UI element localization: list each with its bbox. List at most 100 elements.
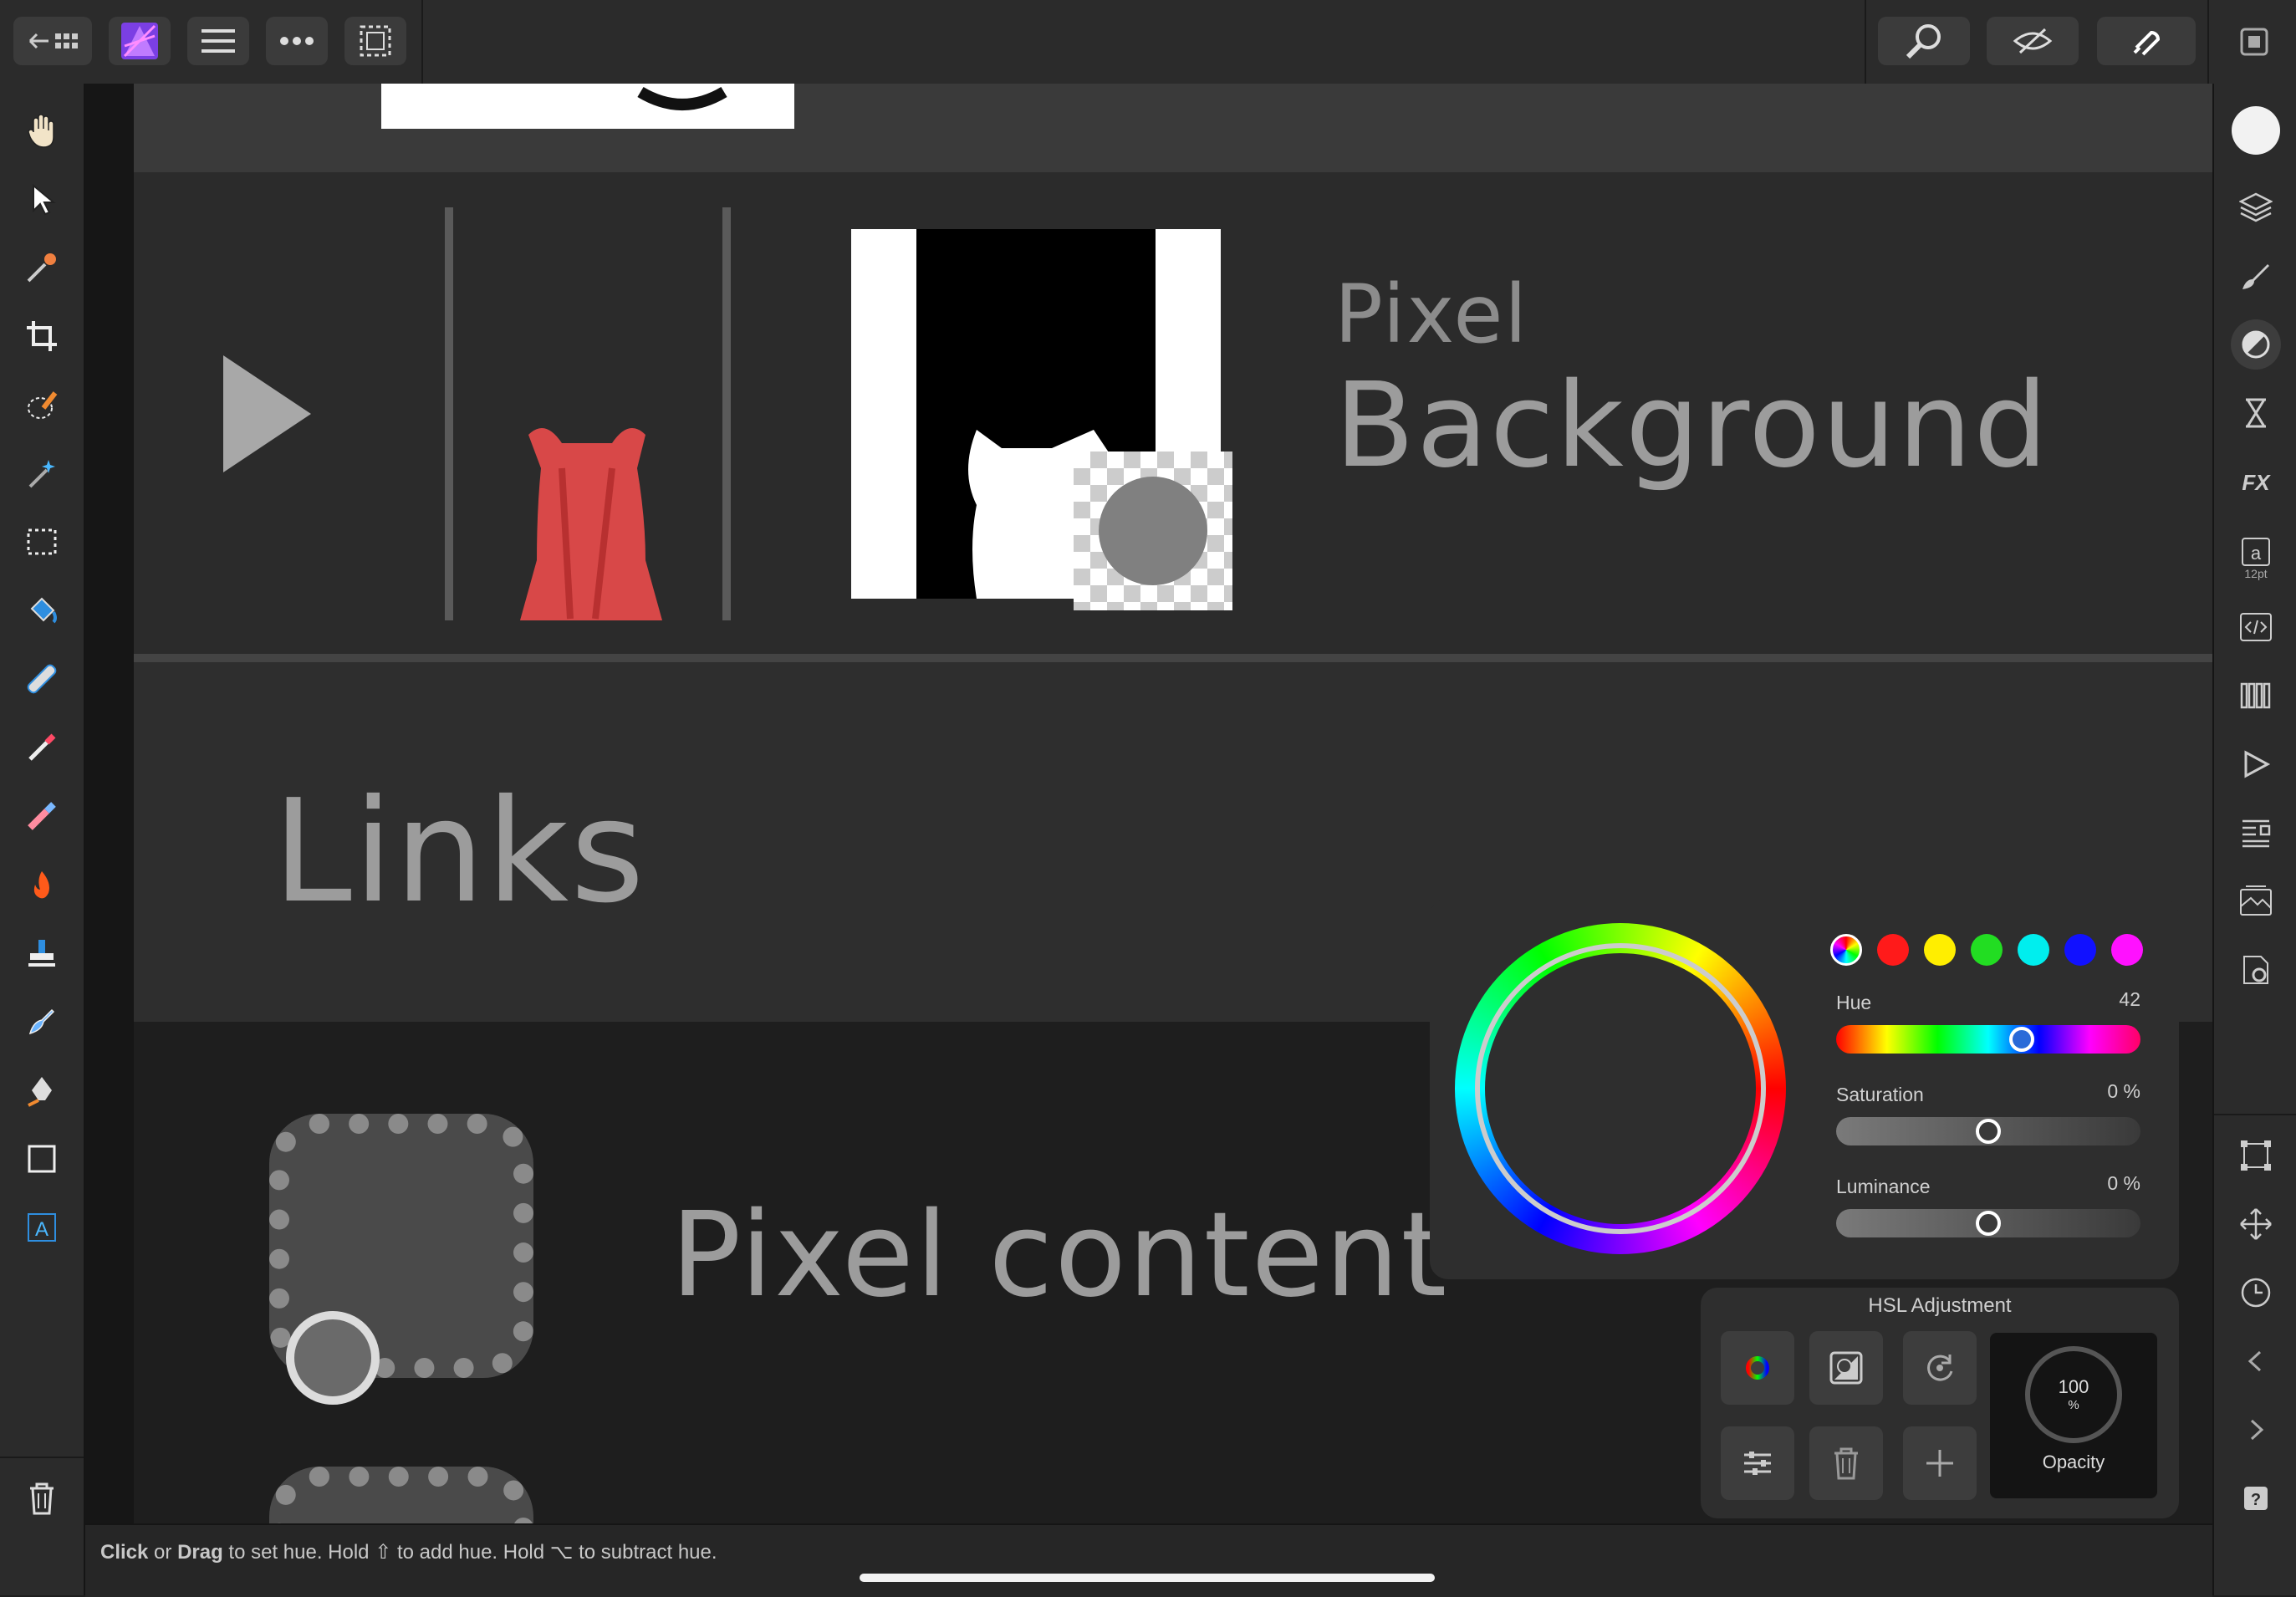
settings-button[interactable] [1721, 1426, 1794, 1500]
crop-icon [27, 321, 57, 351]
layers-studio-button[interactable] [2231, 182, 2281, 232]
back-grid-icon [28, 33, 78, 49]
navigator-studio-button[interactable] [2231, 808, 2281, 858]
code-studio-button[interactable] [2231, 602, 2281, 652]
flood-fill-tool[interactable] [17, 585, 67, 635]
selection-button[interactable] [344, 17, 406, 65]
plus-icon [1926, 1450, 1953, 1477]
option-key-glyph: ⌥ [549, 1541, 574, 1564]
opacity-control[interactable]: 100 % Opacity [1990, 1333, 2157, 1498]
preview-button[interactable] [1987, 17, 2079, 65]
color-wheel-button[interactable] [1721, 1331, 1794, 1405]
brushes-icon [2242, 264, 2269, 289]
pixel-content-label: Pixel content [671, 1187, 1449, 1324]
rectangle-icon [28, 1145, 56, 1173]
hand-tool[interactable] [17, 105, 67, 156]
stock-studio-button[interactable] [2231, 876, 2281, 926]
macro-studio-button[interactable] [2231, 739, 2281, 789]
tools-panel: A [0, 84, 85, 1595]
delete-button[interactable] [17, 1473, 67, 1523]
history-studio-button[interactable] [2231, 388, 2281, 438]
swatch-green[interactable] [1971, 934, 2003, 966]
mask-button[interactable] [1809, 1331, 1883, 1405]
delete-adjustment-button[interactable] [1809, 1426, 1883, 1500]
paint-brush-tool[interactable] [17, 722, 67, 773]
clone-tool[interactable] [17, 928, 67, 978]
crop-tool[interactable] [17, 311, 67, 361]
swatch-magenta[interactable] [2111, 934, 2143, 966]
adjustments-studio-button[interactable] [2231, 319, 2281, 370]
text-icon: A [28, 1213, 56, 1242]
saturation-slider-knob[interactable] [1976, 1119, 2001, 1144]
color-picker-tool[interactable] [17, 242, 67, 293]
hue-slider-knob[interactable] [2009, 1027, 2035, 1052]
text-style-size: 12pt [2244, 567, 2268, 580]
erase-brush-tool[interactable] [17, 791, 67, 841]
reset-button[interactable] [1903, 1331, 1977, 1405]
swatch-red[interactable] [1877, 934, 1909, 966]
fx-icon: FX [2242, 470, 2271, 495]
smudge-tool[interactable] [17, 997, 67, 1047]
color-picker-icon [27, 253, 56, 283]
brushes-studio-button[interactable] [2231, 251, 2281, 301]
hand-icon [28, 114, 54, 148]
move-button[interactable] [2231, 1199, 2281, 1249]
history-icon [2246, 398, 2266, 428]
status-bar: Click or Drag to set hue. Hold ⇧ to add … [85, 1523, 2212, 1597]
channels-studio-button[interactable] [2231, 671, 2281, 721]
hue-wheel[interactable] [1455, 923, 1786, 1254]
marquee-icon [27, 528, 57, 555]
saturation-value[interactable]: 0 % [2057, 1080, 2140, 1103]
pen-icon [28, 1077, 52, 1107]
add-button[interactable] [1903, 1426, 1977, 1500]
previous-button[interactable] [2231, 1336, 2281, 1386]
burn-tool[interactable] [17, 860, 67, 910]
rectangle-tool[interactable] [17, 1134, 67, 1184]
selection-brush-tool[interactable] [17, 380, 67, 430]
window-button[interactable] [2237, 25, 2271, 59]
settings-studio-button[interactable] [2231, 945, 2281, 995]
fx-studio-button[interactable]: FX [2231, 457, 2281, 507]
magic-wand-tool[interactable] [17, 448, 67, 498]
paint-brush-icon [28, 733, 56, 761]
clock-button[interactable] [2231, 1268, 2281, 1318]
clock-icon [2241, 1278, 2271, 1308]
app-button[interactable] [109, 17, 171, 65]
swatch-blue[interactable] [2064, 934, 2096, 966]
next-layer-thumbnail [269, 1467, 533, 1523]
text-styles-studio-button[interactable]: a 12pt [2231, 525, 2281, 592]
next-button[interactable] [2231, 1405, 2281, 1455]
move-icon [2240, 1208, 2272, 1240]
color-icon [2232, 106, 2280, 155]
expand-triangle-icon[interactable] [219, 351, 319, 477]
swatch-cyan[interactable] [2018, 934, 2049, 966]
pointer-icon [33, 183, 56, 216]
menu-button[interactable] [187, 17, 249, 65]
snapping-button[interactable] [2097, 17, 2196, 65]
more-button[interactable] [266, 17, 328, 65]
marquee-tool[interactable] [17, 517, 67, 567]
clone-stamp-icon [28, 940, 55, 967]
more-dots-icon [280, 37, 314, 45]
adjustment-badge [1074, 452, 1232, 610]
hue-value[interactable]: 42 [2074, 988, 2140, 1011]
luminance-value[interactable]: 0 % [2057, 1172, 2140, 1195]
back-grid-button[interactable] [13, 17, 92, 65]
healing-tool[interactable] [17, 654, 67, 704]
swatch-yellow[interactable] [1924, 934, 1956, 966]
hue-slider[interactable] [1836, 1025, 2140, 1054]
selection-brush-icon [28, 391, 58, 419]
color-studio-button[interactable] [2231, 105, 2281, 156]
layers-icon [2239, 192, 2273, 222]
svg-text:?: ? [2251, 1491, 2261, 1509]
transform-button[interactable] [2231, 1130, 2281, 1181]
text-tool[interactable]: A [17, 1202, 67, 1253]
code-icon [2240, 613, 2272, 641]
pen-tool[interactable] [17, 1065, 67, 1115]
zoom-button[interactable] [1878, 17, 1970, 65]
swatch-spectrum[interactable] [1830, 934, 1862, 966]
help-button[interactable]: ? [2231, 1473, 2281, 1523]
move-tool[interactable] [17, 174, 67, 224]
luminance-slider-knob[interactable] [1976, 1211, 2001, 1236]
links-label: Links [273, 769, 646, 935]
